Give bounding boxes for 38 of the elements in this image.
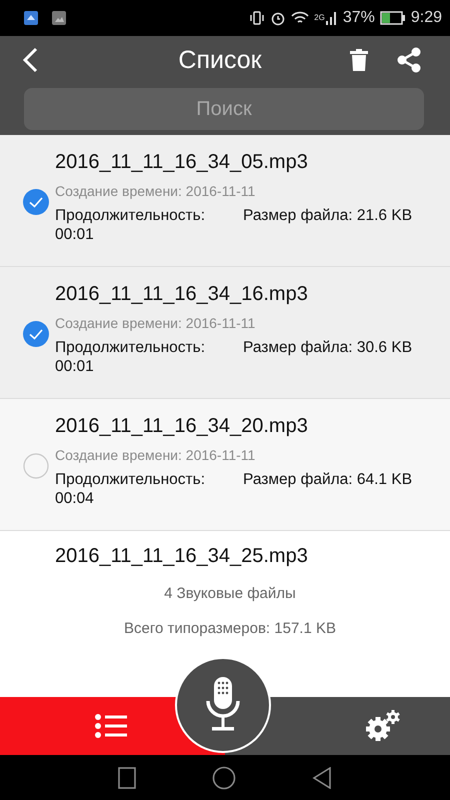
duration: Продолжительность: 00:01 xyxy=(55,338,206,376)
total-size: Всего типоразмеров: 157.1 KB xyxy=(124,620,336,637)
alarm-icon xyxy=(270,10,286,26)
checkbox[interactable] xyxy=(22,453,48,479)
recent-apps-icon[interactable] xyxy=(118,766,136,788)
clock: 9:29 xyxy=(410,9,442,27)
home-icon[interactable] xyxy=(212,766,236,790)
image-icon xyxy=(52,11,66,25)
file-count: 4 Звуковые файлы xyxy=(164,585,296,602)
screen-title: Список xyxy=(177,46,263,74)
back-nav-icon[interactable] xyxy=(312,766,332,788)
microphone-icon xyxy=(205,677,241,733)
file-size: Размер файла: 64.1 KB xyxy=(243,470,412,490)
file-size: Размер файла: 21.6 KB xyxy=(243,206,412,226)
list-icon xyxy=(95,714,127,738)
gears-icon xyxy=(365,710,401,742)
vibrate-icon xyxy=(249,10,266,26)
file-size: Размер файла: 30.6 KB xyxy=(243,338,412,358)
share-icon[interactable] xyxy=(396,47,422,73)
creation-date: Создание времени: 2016-11-11 xyxy=(55,447,256,463)
checkbox[interactable] xyxy=(22,189,48,215)
notification-icon xyxy=(24,11,38,25)
file-name: 2016_11_11_16_34_16.mp3 xyxy=(55,283,309,306)
file-name: 2016_11_11_16_34_20.mp3 xyxy=(55,415,309,438)
duration: Продолжительность: 00:04 xyxy=(55,470,206,508)
battery-icon xyxy=(380,11,406,25)
checkbox[interactable] xyxy=(22,321,48,347)
duration: Продолжительность: 00:01 xyxy=(55,206,206,244)
back-icon[interactable] xyxy=(22,47,38,73)
creation-date: Создание времени: 2016-11-11 xyxy=(55,315,256,331)
battery-percent: 37% xyxy=(342,9,375,27)
creation-date: Создание времени: 2016-11-11 xyxy=(55,183,256,199)
network-label: 2G xyxy=(314,13,325,22)
search-field[interactable]: Поиск xyxy=(24,88,424,130)
trash-icon[interactable] xyxy=(350,49,368,71)
signal-icon xyxy=(326,11,338,25)
file-name: 2016_11_11_16_34_25.mp3 xyxy=(55,545,308,567)
file-name: 2016_11_11_16_34_05.mp3 xyxy=(55,151,309,174)
